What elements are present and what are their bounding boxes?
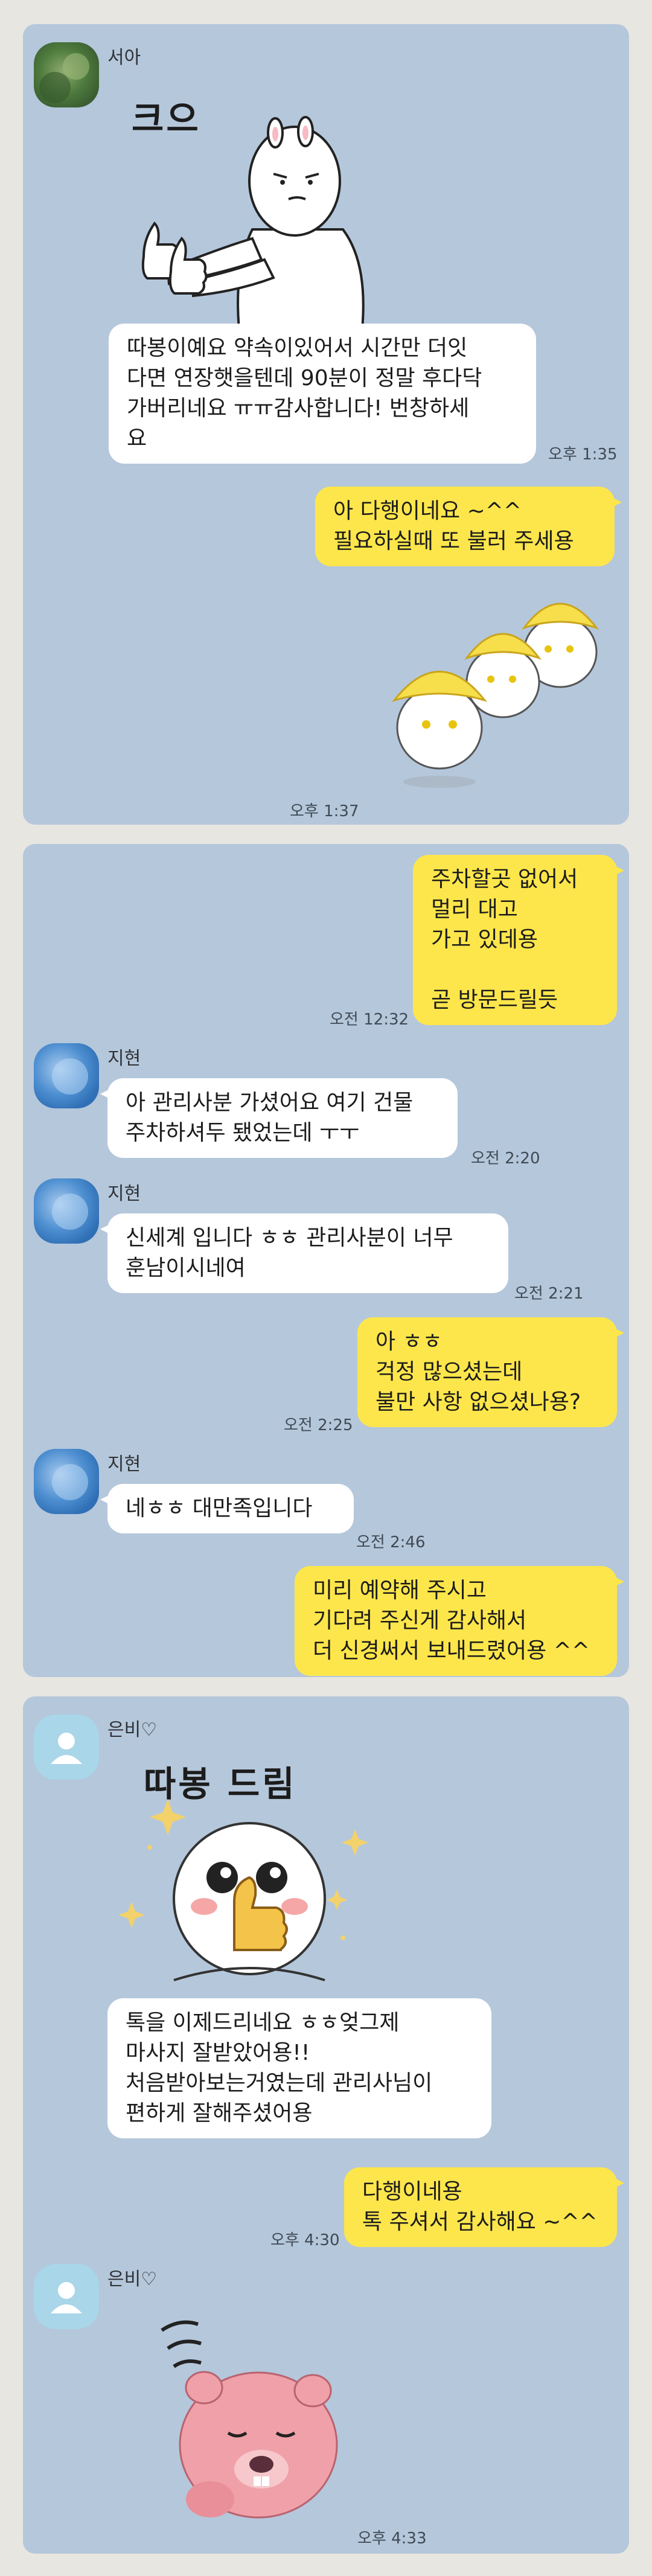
incoming-message[interactable]: 톡을 이제드리네요 ㅎㅎ엊그제 마사지 잘받았어용!! 처음받아보는거였는데 관… <box>107 1998 491 2138</box>
thumbs-up-white-character-sticker[interactable] <box>113 1799 379 1998</box>
message-time: 오전 12:32 <box>330 1011 409 1029</box>
avatar-jihyun[interactable] <box>34 1043 99 1108</box>
chat-screenshot-2: 주차할곳 없어서 멀리 대고 가고 있데용 곧 방문드릴듯 오전 12:32 지… <box>23 844 629 1677</box>
sender-name: 지현 <box>107 1454 141 1475</box>
avatar-jihyun[interactable] <box>34 1178 99 1244</box>
incoming-message[interactable]: 따봉이예요 약속이있어서 시간만 더잇 다면 연장햇을텐데 90분이 정말 후다… <box>109 324 536 464</box>
sender-name: 지현 <box>107 1183 141 1204</box>
chat-screenshot-1: 서아 크으 따봉이예요 약속이있어서 시간만 더잇 다면 연장햇을텐데 90분이… <box>23 24 629 825</box>
avatar-eunbi[interactable] <box>34 1715 99 1780</box>
sender-name: 지현 <box>107 1048 141 1069</box>
avatar-eunbi[interactable] <box>34 2264 99 2329</box>
outgoing-message[interactable]: 주차할곳 없어서 멀리 대고 가고 있데용 곧 방문드릴듯 <box>413 855 624 1025</box>
incoming-message[interactable]: 신세계 입니다 ㅎㅎ 관리사분이 너무 훈남이시네여 <box>100 1213 508 1293</box>
sticker-time: 오후 4:33 <box>357 2530 427 2548</box>
outgoing-message[interactable]: 미리 예약해 주시고 기다려 주신게 감사해서 더 신경써서 보내드렸어용 ^^ <box>295 1566 624 1676</box>
outgoing-message[interactable]: 아 ㅎㅎ 걱정 많으셨는데 불만 사항 없으셨나용? <box>357 1317 624 1427</box>
message-time: 오후 1:35 <box>548 446 618 464</box>
incoming-message[interactable]: 아 관리사분 가셨어요 여기 건물 주차하셔두 됐었는데 ㅜㅜ <box>100 1078 458 1158</box>
chat-screenshot-3: 은비♡ 따봉 드림 톡을 이제드리네요 ㅎㅎ엊그제 마사지 잘받았어용!! 처음… <box>23 1696 629 2554</box>
incoming-message[interactable]: 네ㅎㅎ 대만족입니다 <box>100 1484 354 1533</box>
avatar-jihyun[interactable] <box>34 1449 99 1514</box>
sender-name: 은비♡ <box>107 2269 158 2290</box>
message-time: 오전 2:20 <box>471 1149 540 1168</box>
thumbs-up-man-sticker[interactable] <box>113 109 379 350</box>
outgoing-message[interactable]: 다행이네용 톡 주셔서 감사해요 ~^^ <box>344 2167 624 2247</box>
avatar-seoa[interactable] <box>34 42 99 107</box>
outgoing-message[interactable]: 아 다행이네요 ~^^ 필요하실때 또 불러 주세용 <box>315 487 622 566</box>
message-time: 오후 4:30 <box>270 2231 340 2249</box>
sticker-time: 오후 1:37 <box>290 802 359 820</box>
yellow-hat-characters-sticker[interactable] <box>379 580 629 797</box>
message-time: 오전 2:21 <box>514 1285 584 1303</box>
pink-beaver-sticker[interactable] <box>138 2306 355 2523</box>
sender-name: 은비♡ <box>107 1719 158 1740</box>
message-time: 오전 2:25 <box>284 1416 353 1434</box>
message-time: 오전 2:46 <box>356 1533 426 1552</box>
sender-name: 서아 <box>107 47 141 68</box>
